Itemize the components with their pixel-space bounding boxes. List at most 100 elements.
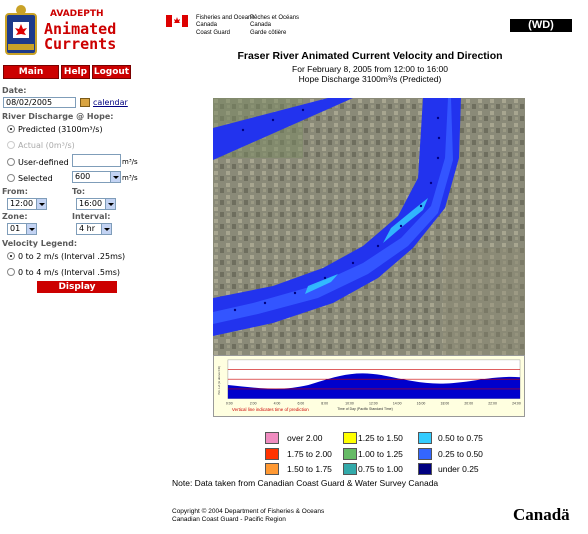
dept-fr-line2: Canada	[250, 22, 272, 28]
user-defined-label: User-defined	[18, 158, 69, 167]
selected-radio[interactable]	[7, 174, 15, 182]
help-button[interactable]: Help	[61, 65, 90, 79]
tick-label: 18:00	[441, 401, 450, 405]
legend-label: 0.75 to 1.00	[358, 464, 403, 474]
legend-label: 0.25 to 0.50	[438, 449, 483, 459]
tide-graph-ylabel: Wtr. Lvl (m above CD)	[217, 366, 221, 395]
interval-label: Interval:	[72, 212, 111, 221]
tick-label: 12:00	[369, 401, 378, 405]
velocity-legend-label: Velocity Legend:	[2, 239, 78, 248]
to-time-select[interactable]: 16:00	[76, 198, 116, 210]
chevron-down-icon	[36, 199, 46, 209]
tick-label: 22:00	[488, 401, 497, 405]
chevron-down-icon	[110, 172, 120, 182]
from-time-select[interactable]: 12:00	[7, 198, 47, 210]
dept-name-fr: Pêches et Océans Canada Garde côtière	[250, 15, 299, 37]
tide-graph-xlabel: Time of Day (Pacific Standard Time)	[337, 407, 393, 411]
legend-label: 0.50 to 0.75	[438, 433, 483, 443]
app-title-line2: Currents	[44, 35, 117, 53]
chevron-down-icon	[105, 199, 115, 209]
velocity-4ms-label: 0 to 4 m/s (Interval .5ms)	[18, 268, 121, 277]
legend-swatch	[343, 432, 357, 444]
river-discharge-label: River Discharge @ Hope:	[2, 112, 114, 121]
legend-label: 1.75 to 2.00	[287, 449, 332, 459]
app-title: Animated Currents	[44, 22, 116, 52]
user-defined-input[interactable]	[72, 154, 121, 167]
interval-value: 4 hr	[79, 224, 95, 233]
velocity-2ms-label: 0 to 2 m/s (Interval .25ms)	[18, 252, 126, 261]
page-subtitle-discharge: Hope Discharge 3100m³/s (Predicted)	[298, 74, 442, 84]
calendar-icon[interactable]	[80, 98, 90, 107]
velocity-2ms-radio[interactable]	[7, 252, 15, 260]
copyright-line: Copyright © 2004 Department of Fisheries…	[172, 508, 325, 515]
legend-swatch	[265, 432, 279, 444]
from-label: From:	[2, 187, 28, 196]
actual-option-label: Actual (0m³/s)	[18, 141, 75, 150]
selected-discharge-select[interactable]: 600	[72, 171, 121, 183]
tick-label: 6:00	[297, 401, 304, 405]
legend-swatch	[418, 432, 432, 444]
current-velocity-map	[213, 98, 525, 355]
to-time-value: 16:00	[79, 199, 103, 208]
tick-label: 8:00	[321, 401, 328, 405]
page-title: Fraser River Animated Current Velocity a…	[237, 50, 503, 62]
legend-swatch	[418, 463, 432, 475]
copyright-subline: Canadian Coast Guard - Pacific Region	[172, 516, 286, 523]
calendar-link[interactable]: calendar	[93, 98, 128, 107]
interval-select[interactable]: 4 hr	[76, 223, 112, 235]
coast-guard-en: Coast Guard	[196, 30, 231, 36]
dept-en-line1: Fisheries and Oceans	[196, 15, 255, 21]
legend-label: under 0.25	[438, 464, 479, 474]
dept-name-en: Fisheries and Oceans Canada Coast Guard	[196, 15, 254, 37]
legend-swatch	[343, 448, 357, 460]
tide-graph-caption: Vertical line indicates time of predicti…	[232, 407, 309, 412]
tick-label: 16:00	[417, 401, 426, 405]
date-label: Date:	[2, 86, 27, 95]
tick-label: 2:00	[250, 401, 257, 405]
tick-label: 4:00	[274, 401, 281, 405]
legend-swatch	[265, 448, 279, 460]
page-subtitle-date: For February 8, 2005 from 12:00 to 16:00	[292, 64, 448, 74]
dept-fr-line1: Pêches et Océans	[250, 15, 300, 21]
coast-guard-crest-icon	[5, 5, 37, 55]
legend-swatch	[418, 448, 432, 460]
app-brand-small: AVADEPTH	[50, 9, 104, 19]
selected-label: Selected	[18, 174, 53, 183]
legend-label: over 2.00	[287, 433, 323, 443]
tick-label: 20:00	[464, 401, 473, 405]
legend-label: 1.00 to 1.25	[358, 449, 403, 459]
predicted-radio[interactable]	[7, 125, 15, 133]
actual-radio[interactable]	[7, 141, 15, 149]
legend-swatch	[265, 463, 279, 475]
chevron-down-icon	[101, 224, 111, 234]
tick-label: 0:00	[226, 401, 233, 405]
date-input[interactable]: 08/02/2005	[3, 97, 76, 108]
dept-en-line2: Canada	[196, 22, 218, 28]
selected-unit: m³/s	[122, 174, 138, 182]
from-time-value: 12:00	[10, 199, 34, 208]
main-menu-button[interactable]: Main Menu	[3, 65, 59, 89]
wd-badge: (WD)	[510, 19, 572, 32]
legend-label: 1.50 to 1.75	[287, 464, 332, 474]
user-defined-radio[interactable]	[7, 158, 15, 166]
zone-value: 01	[10, 224, 21, 233]
logout-button[interactable]: Logout	[92, 65, 131, 79]
to-label: To:	[72, 187, 86, 196]
velocity-4ms-radio[interactable]	[7, 268, 15, 276]
legend-swatch	[343, 463, 357, 475]
legend-label: 1.25 to 1.50	[358, 433, 403, 443]
tide-water-level-graph: 0:00 2:00 4:00 6:00 8:00 10:00 12:00 14:…	[213, 355, 525, 417]
data-source-note: Note: Data taken from Canadian Coast Gua…	[172, 478, 439, 488]
tick-label: 10:00	[345, 401, 354, 405]
chevron-down-icon	[26, 224, 36, 234]
canada-flag-icon	[166, 15, 188, 27]
tide-graph-ticks: 0:00 2:00 4:00 6:00 8:00 10:00 12:00 14:…	[226, 401, 521, 405]
user-defined-unit: m³/s	[122, 158, 138, 166]
tick-label: 24:00	[512, 401, 521, 405]
coast-guard-fr: Garde côtière	[250, 30, 287, 36]
display-button[interactable]: Display	[37, 281, 117, 293]
selected-discharge-value: 600	[75, 172, 91, 181]
zone-label: Zone:	[2, 212, 28, 221]
canada-wordmark: Canadä	[513, 505, 570, 524]
zone-select[interactable]: 01	[7, 223, 37, 235]
